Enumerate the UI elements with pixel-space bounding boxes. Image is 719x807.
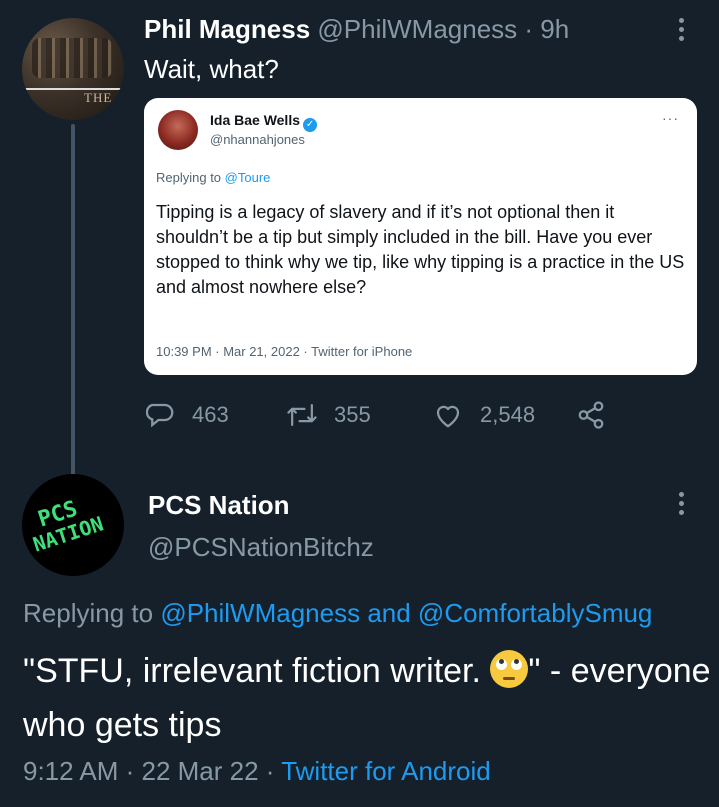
quoted-tweet-image[interactable]: Ida Bae Wells ✓ @nhannahjones ··· Replyin…	[144, 98, 697, 375]
quoted-replying-prefix: Replying to	[156, 170, 222, 185]
reply-author-name[interactable]: PCS Nation	[148, 490, 290, 521]
quoted-author-handle: @nhannahjones	[210, 132, 305, 147]
reply-author-avatar[interactable]: PCS NATION	[22, 474, 124, 576]
thread-line	[71, 124, 75, 482]
like-button[interactable]: 2,548	[432, 400, 535, 430]
author-avatar[interactable]: THE	[22, 18, 124, 120]
quoted-more-icon: ···	[662, 110, 679, 126]
quoted-author-avatar	[158, 110, 198, 150]
tweet-text: Wait, what?	[144, 54, 279, 84]
author-handle[interactable]: @PhilWMagness	[317, 14, 517, 44]
quoted-author-name-row: Ida Bae Wells ✓	[210, 112, 318, 132]
like-count: 2,548	[480, 402, 536, 427]
reply-tweet-text: "STFU, irrelevant fiction writer. " - ev…	[23, 644, 713, 752]
replying-to: Replying to @PhilWMagness and @Comfortab…	[23, 598, 652, 629]
reply-more-icon[interactable]	[679, 492, 685, 519]
replying-prefix: Replying to	[23, 598, 154, 628]
reply-button[interactable]: 463	[146, 400, 229, 430]
rolling-eyes-emoji-icon	[490, 650, 529, 688]
like-icon	[436, 405, 460, 428]
reply-count: 463	[192, 402, 229, 427]
author-name[interactable]: Phil Magness	[144, 14, 310, 44]
more-icon[interactable]	[679, 18, 685, 45]
quoted-replying-to: Replying to @Toure	[156, 170, 270, 185]
quoted-timestamp: 10:39 PM · Mar 21, 2022 · Twitter for iP…	[156, 344, 413, 359]
retweet-button[interactable]: 355	[286, 400, 371, 430]
retweet-icon	[287, 404, 317, 426]
reply-author-handle[interactable]: @PCSNationBitchz	[148, 532, 374, 563]
reply-icon	[146, 403, 174, 428]
quoted-replying-handle: @Toure	[224, 170, 271, 185]
retweet-count: 355	[334, 402, 371, 427]
verified-icon: ✓	[303, 118, 318, 132]
avatar-word: THE	[84, 90, 113, 105]
reply-timestamp-row: 9:12 AM · 22 Mar 22 · Twitter for Androi…	[23, 756, 491, 787]
replying-to-handles[interactable]: @PhilWMagness and @ComfortablySmug	[160, 598, 652, 628]
reply-text-part-1: "STFU, irrelevant fiction writer.	[23, 652, 491, 690]
share-icon	[578, 401, 604, 429]
time-ago[interactable]: · 9h	[524, 14, 569, 44]
tweet-header: Phil Magness @PhilWMagness · 9h	[144, 14, 569, 45]
quoted-author-name: Ida Bae Wells	[210, 112, 301, 128]
avatar-crowd-illustration	[32, 38, 112, 78]
share-button[interactable]	[576, 400, 606, 435]
reply-source-link[interactable]: Twitter for Android	[281, 756, 491, 786]
reply-timestamp: 9:12 AM · 22 Mar 22 ·	[23, 756, 282, 786]
quoted-tweet-text: Tipping is a legacy of slavery and if it…	[156, 202, 685, 297]
